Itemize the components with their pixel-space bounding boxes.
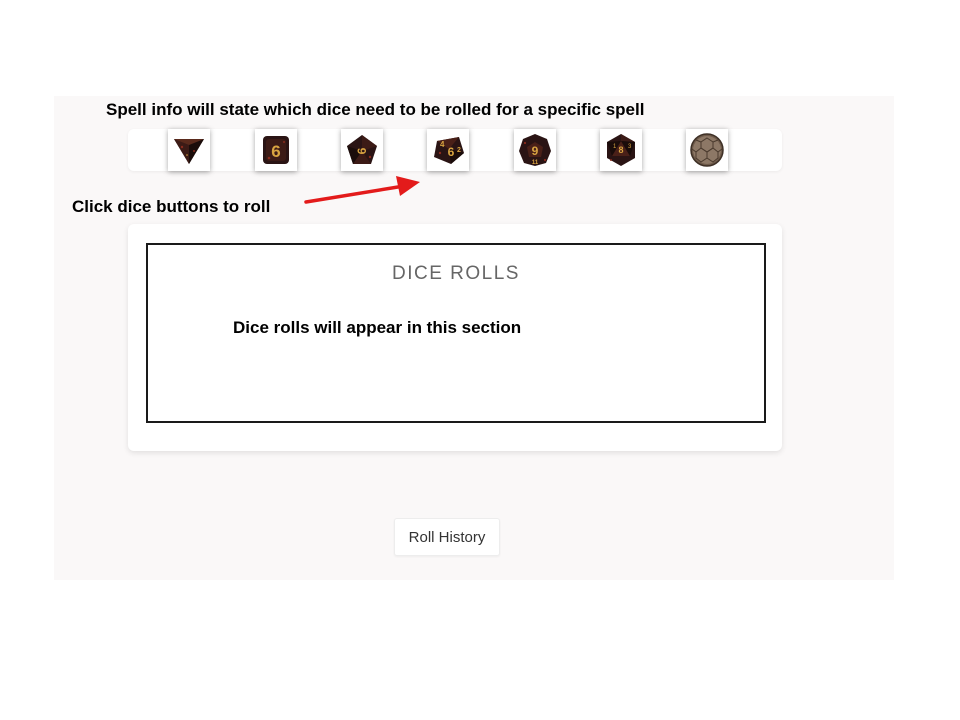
dice-toolbar: 6 6 4 6 2 9 11 8 1 3 — [128, 129, 782, 171]
d10-button[interactable]: 4 6 2 — [427, 129, 469, 171]
d20-numeral: 8 — [618, 145, 623, 155]
screenshot-canvas: Spell info will state which dice need to… — [0, 0, 960, 720]
d4-icon — [174, 139, 204, 164]
spell-info-annotation: Spell info will state which dice need to… — [106, 100, 645, 119]
d12-button[interactable]: 9 11 — [514, 129, 556, 171]
d10-icon: 4 6 2 — [434, 137, 464, 164]
d8-button[interactable]: 6 — [341, 129, 383, 171]
d6-icon: 6 — [263, 136, 289, 164]
d6-button[interactable]: 6 — [255, 129, 297, 171]
d6-numeral: 6 — [271, 142, 280, 161]
d100-button[interactable] — [686, 129, 728, 171]
svg-text:2: 2 — [457, 147, 461, 154]
d8-numeral: 6 — [355, 147, 369, 154]
click-dice-annotation: Click dice buttons to roll — [72, 197, 271, 216]
d12-icon: 9 11 — [519, 134, 551, 166]
d20-icon: 8 1 3 — [607, 134, 635, 166]
d4-button[interactable] — [168, 129, 210, 171]
roll-history-button[interactable]: Roll History — [394, 518, 500, 556]
dice-rolls-title: DICE ROLLS — [392, 263, 520, 284]
dice-rolls-box: DICE ROLLS Dice rolls will appear in thi… — [146, 243, 766, 423]
dice-rolls-card: DICE ROLLS Dice rolls will appear in thi… — [128, 224, 782, 451]
d20-button[interactable]: 8 1 3 — [600, 129, 642, 171]
d8-icon: 6 — [347, 135, 377, 164]
svg-text:11: 11 — [532, 160, 539, 166]
d100-icon — [690, 133, 724, 167]
annotation-arrow — [304, 176, 420, 204]
d12-numeral: 9 — [532, 144, 539, 158]
svg-text:4: 4 — [440, 140, 445, 149]
dice-rolls-placeholder: Dice rolls will appear in this section — [233, 318, 522, 337]
d10-numeral: 6 — [448, 145, 455, 159]
